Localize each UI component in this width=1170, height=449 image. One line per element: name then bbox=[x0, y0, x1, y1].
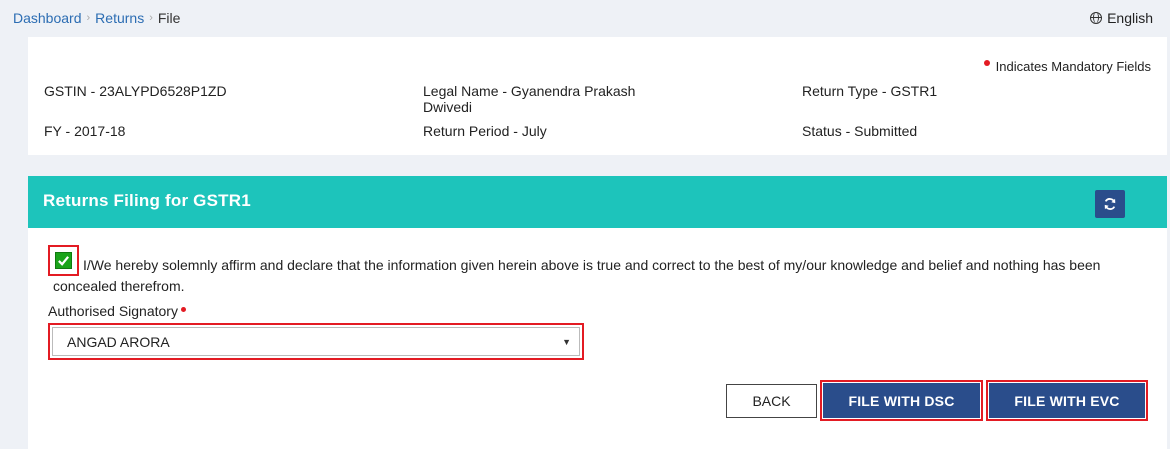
legal-name-line1: Legal Name - Gyanendra Prakash bbox=[423, 83, 636, 99]
filing-title: Returns Filing for GSTR1 bbox=[43, 191, 251, 210]
mandatory-note-text: Indicates Mandatory Fields bbox=[995, 59, 1151, 74]
return-info-card: Indicates Mandatory Fields GSTIN - 23ALY… bbox=[28, 37, 1167, 155]
breadcrumb: Dashboard › Returns › File bbox=[13, 10, 180, 26]
file-with-evc-button[interactable]: FILE WITH EVC bbox=[989, 383, 1145, 418]
language-selector[interactable]: English bbox=[1090, 10, 1153, 26]
file-with-dsc-frame: FILE WITH DSC bbox=[820, 380, 983, 421]
signatory-label-text: Authorised Signatory bbox=[48, 303, 178, 319]
filing-header: Returns Filing for GSTR1 bbox=[28, 176, 1167, 228]
dropdown-arrow-icon: ▼ bbox=[562, 336, 571, 347]
legal-name: Legal Name - Gyanendra Prakash Dwivedi bbox=[423, 83, 635, 115]
mandatory-dot-icon bbox=[983, 59, 990, 66]
returns-filing-panel: Returns Filing for GSTR1 I/We hereby sol… bbox=[28, 176, 1167, 449]
signatory-label: Authorised Signatory bbox=[48, 303, 186, 319]
signatory-select-box[interactable]: ANGAD ARORA ▼ bbox=[52, 327, 580, 356]
mandatory-note: Indicates Mandatory Fields bbox=[983, 59, 1151, 74]
breadcrumb-separator: › bbox=[149, 12, 153, 24]
top-bar: Dashboard › Returns › File English bbox=[0, 0, 1170, 36]
breadcrumb-returns[interactable]: Returns bbox=[95, 10, 144, 26]
declaration-text: I/We hereby solemnly affirm and declare … bbox=[53, 257, 1101, 294]
back-button[interactable]: BACK bbox=[726, 384, 817, 418]
globe-icon bbox=[1090, 12, 1103, 24]
legal-name-line2: Dwivedi bbox=[423, 99, 473, 115]
file-with-evc-frame: FILE WITH EVC bbox=[986, 380, 1148, 421]
return-type: Return Type - GSTR1 bbox=[802, 83, 938, 99]
breadcrumb-current: File bbox=[157, 10, 181, 26]
refresh-icon bbox=[1104, 198, 1116, 210]
refresh-button[interactable] bbox=[1095, 190, 1125, 218]
breadcrumb-dashboard[interactable]: Dashboard bbox=[13, 10, 82, 26]
language-label: English bbox=[1107, 10, 1153, 26]
breadcrumb-separator: › bbox=[86, 12, 91, 24]
return-period: Return Period - July bbox=[423, 123, 547, 139]
signatory-select[interactable]: ANGAD ARORA ▼ bbox=[48, 323, 584, 360]
signatory-selected-value: ANGAD ARORA bbox=[67, 333, 170, 350]
required-dot-icon bbox=[180, 307, 186, 312]
file-with-dsc-button[interactable]: FILE WITH DSC bbox=[823, 383, 980, 418]
financial-year: FY - 2017-18 bbox=[44, 123, 126, 139]
return-status: Status - Submitted bbox=[802, 123, 918, 139]
gstin: GSTIN - 23ALYPD6528P1ZD bbox=[44, 83, 227, 99]
